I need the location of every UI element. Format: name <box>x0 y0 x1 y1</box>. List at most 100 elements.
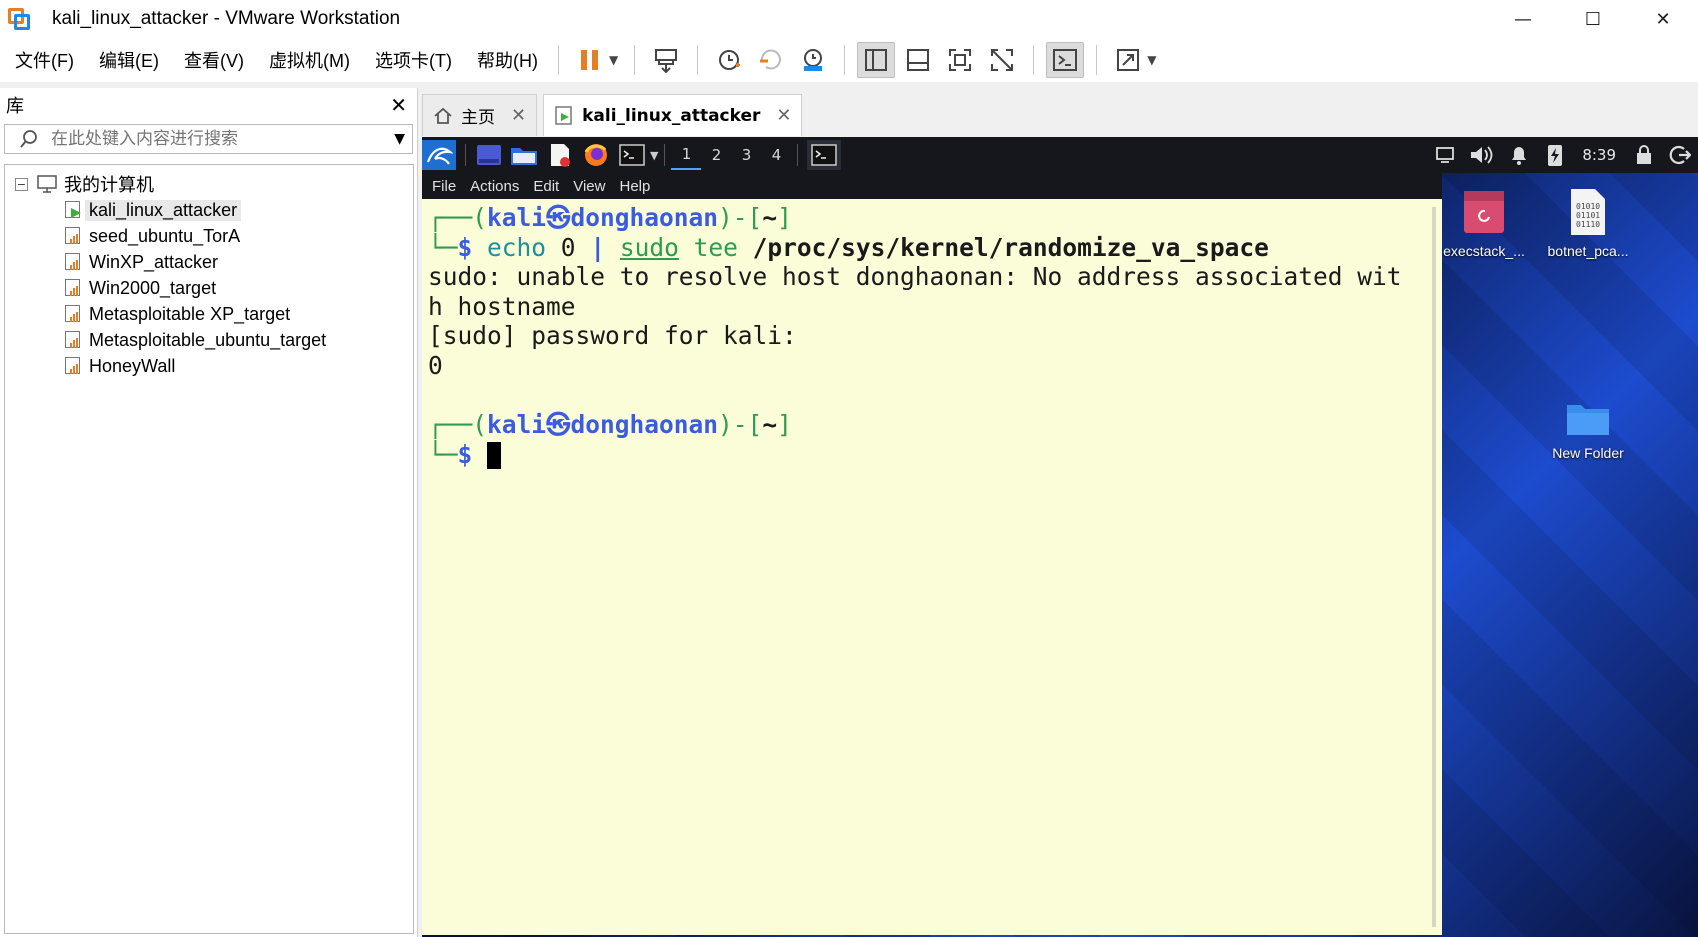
text-editor-button[interactable] <box>545 140 575 170</box>
kali-dragon-icon <box>426 147 453 165</box>
stretch-icon <box>1117 49 1140 71</box>
toolbar-separator <box>634 45 636 75</box>
thumbnail-layout-icon <box>907 49 930 71</box>
show-desktop-button[interactable] <box>475 140 503 170</box>
vm-icon <box>63 278 83 298</box>
show-library-button[interactable] <box>857 42 896 78</box>
close-button[interactable]: ✕ <box>1628 0 1698 38</box>
monitor-icon <box>1436 147 1455 163</box>
console-view-button[interactable] <box>1046 42 1085 78</box>
pause-button[interactable] <box>571 42 609 78</box>
thumbnail-bar-button[interactable] <box>899 42 937 78</box>
display-button[interactable] <box>1431 140 1459 170</box>
menu-help[interactable]: 帮助(H) <box>467 47 548 73</box>
vm-label: HoneyWall <box>89 355 176 376</box>
lock-screen-button[interactable] <box>1629 140 1659 170</box>
output-line: h hostname <box>428 291 576 321</box>
window-title: kali_linux_attacker - VMware Workstation <box>52 8 401 29</box>
term-menu-edit[interactable]: Edit <box>533 178 559 195</box>
vmware-logo-icon <box>6 6 32 32</box>
stretch-dropdown-icon[interactable]: ▼ <box>1147 53 1156 67</box>
term-menu-view[interactable]: View <box>573 178 605 195</box>
firefox-button[interactable] <box>581 140 611 170</box>
menu-edit[interactable]: 编辑(E) <box>89 47 169 73</box>
battery-charging-icon <box>1548 145 1563 166</box>
menu-view[interactable]: 查看(V) <box>174 47 254 73</box>
tree-item-win2000-target[interactable]: Win2000_target <box>5 275 413 301</box>
taskbar-terminal-window[interactable] <box>807 140 842 170</box>
volume-icon <box>1471 146 1493 164</box>
workspace-4[interactable]: 4 <box>761 140 791 170</box>
library-close-button[interactable]: ✕ <box>390 93 407 117</box>
term-menu-help[interactable]: Help <box>619 178 650 195</box>
maximize-button[interactable]: ☐ <box>1558 0 1628 38</box>
menu-vm[interactable]: 虚拟机(M) <box>259 47 360 73</box>
collapse-icon[interactable]: − <box>15 177 28 191</box>
text-editor-icon <box>551 144 570 167</box>
menu-tabs[interactable]: 选项卡(T) <box>365 47 462 73</box>
computer-icon <box>37 175 57 193</box>
tree-item-winxp-attacker[interactable]: WinXP_attacker <box>5 249 413 275</box>
tab-close-button[interactable]: ✕ <box>511 105 526 126</box>
terminal-scrollbar[interactable] <box>1432 207 1436 927</box>
vm-label: Metasploitable_ubuntu_target <box>89 329 327 350</box>
power-status-button[interactable] <box>1541 140 1569 170</box>
workspace-1[interactable]: 1 <box>671 140 702 170</box>
vm-label: WinXP_attacker <box>89 251 219 272</box>
title-bar: kali_linux_attacker - VMware Workstation… <box>0 0 1698 38</box>
kali-menu-button[interactable] <box>422 140 456 170</box>
pause-dropdown-icon[interactable]: ▼ <box>609 53 618 67</box>
unity-icon <box>991 49 1014 71</box>
command-line: └─$ echo 0 | sudo tee /proc/sys/kernel/r… <box>428 232 1269 262</box>
panel-clock[interactable]: 8:39 <box>1582 146 1616 164</box>
library-search-input[interactable] <box>51 129 381 149</box>
tree-item-metasploitable-xp-target[interactable]: Metasploitable XP_target <box>5 301 413 327</box>
workspace-2[interactable]: 2 <box>701 140 731 170</box>
notifications-button[interactable] <box>1503 140 1535 170</box>
tab-close-button[interactable]: ✕ <box>776 105 791 126</box>
text-cursor <box>487 442 502 470</box>
tree-item-seed-ubuntu-tora[interactable]: seed_ubuntu_TorA <box>5 223 413 249</box>
snapshot-button[interactable] <box>710 42 748 78</box>
tree-item-kali-linux-attacker[interactable]: kali_linux_attacker <box>5 197 413 223</box>
desktop-icon-botnet-pcap[interactable]: 01010 01101 01110 botnet_pca... <box>1540 187 1636 259</box>
system-tray: 8:39 <box>1428 137 1698 173</box>
revert-snapshot-button[interactable] <box>752 42 790 78</box>
full-screen-button[interactable] <box>941 42 979 78</box>
snapshot-manager-button[interactable] <box>794 42 832 78</box>
library-search[interactable]: ▼ <box>4 124 413 154</box>
firefox-icon <box>584 144 607 166</box>
volume-button[interactable] <box>1465 140 1497 170</box>
toolbar-separator <box>844 45 846 75</box>
terminal-output[interactable]: ┌──(kali㉿donghaonan)-[~] └─$ echo 0 | sud… <box>428 203 1422 470</box>
search-dropdown-icon[interactable]: ▼ <box>394 131 405 147</box>
desktop-icon-execstack[interactable]: execstack_... <box>1436 187 1532 259</box>
minimize-button[interactable]: — <box>1488 0 1558 38</box>
stretch-guest-button[interactable] <box>1109 42 1147 78</box>
term-menu-actions[interactable]: Actions <box>470 178 519 195</box>
vm-label: Win2000_target <box>89 277 217 298</box>
toolbar-separator <box>1096 45 1098 75</box>
workspace-3[interactable]: 3 <box>731 140 761 170</box>
send-ctrl-alt-del-button[interactable] <box>647 42 685 78</box>
tab-home[interactable]: 主页 ✕ <box>422 94 538 136</box>
logout-button[interactable] <box>1665 140 1695 170</box>
term-menu-file[interactable]: File <box>432 178 456 195</box>
terminal-window[interactable]: File Actions Edit View Help ┌──(kali㉿don… <box>422 173 1442 935</box>
file-manager-button[interactable] <box>509 140 539 170</box>
unity-mode-button[interactable] <box>983 42 1021 78</box>
menu-toolbar: 文件(F) 编辑(E) 查看(V) 虚拟机(M) 选项卡(T) 帮助(H) ▼ … <box>0 38 1698 82</box>
tree-root-my-computer[interactable]: − 我的计算机 <box>5 171 413 197</box>
library-panel: 库 ✕ ▼ − 我的计算机 kali_linux_attacker seed_u… <box>0 88 418 937</box>
prompt-line: ┌──(kali㉿donghaonan)-[~] <box>428 203 792 232</box>
vm-display[interactable]: ▼ 1 2 3 4 8:39 File Actions Edit View He… <box>422 137 1698 937</box>
tree-item-honeywall[interactable]: HoneyWall <box>5 353 413 379</box>
tab-kali-linux-attacker[interactable]: kali_linux_attacker ✕ <box>543 94 803 136</box>
menu-file[interactable]: 文件(F) <box>5 47 84 73</box>
tree-root-label: 我的计算机 <box>64 175 154 196</box>
vm-icon <box>63 356 83 376</box>
tree-item-metasploitable-ubuntu-target[interactable]: Metasploitable_ubuntu_target <box>5 327 413 353</box>
desktop-icon-new-folder[interactable]: New Folder <box>1540 399 1636 461</box>
terminal-launcher-button[interactable] <box>617 140 647 170</box>
terminal-dropdown-icon[interactable]: ▼ <box>650 149 658 162</box>
